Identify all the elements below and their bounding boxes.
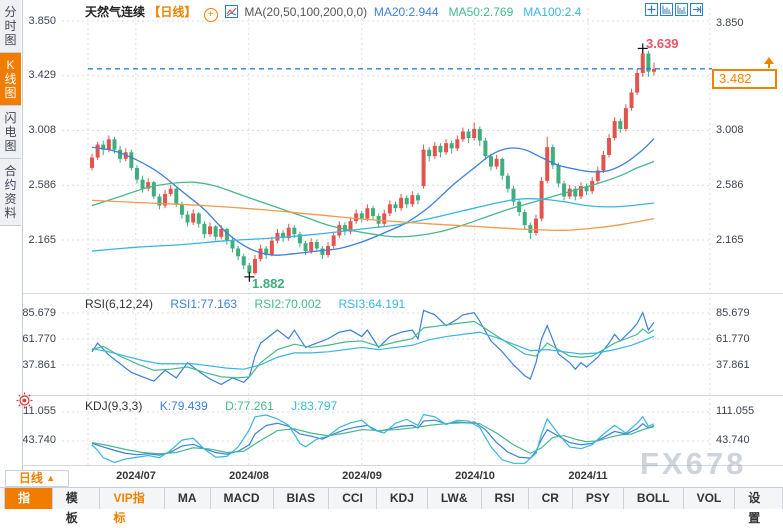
ma100-value: MA100:2.4 (523, 5, 581, 19)
high-price-label: 3.639 (646, 36, 679, 51)
toolbar-macd[interactable]: MACD (211, 488, 274, 509)
chevron-up-icon: ▲ (46, 473, 55, 483)
kdj-j-value: J:83.797 (291, 399, 337, 413)
kdj-title: KDJ(9,3,3) (85, 399, 142, 413)
sidebar-tab-contract-info[interactable]: 合约资料 (0, 159, 21, 226)
y-axis-label: 3.008 (716, 124, 762, 136)
trading-app-window: { "header": { "symbol": "天然气连续", "period… (0, 0, 783, 508)
kdj-header: KDJ(9,3,3) K:79.439 D:77.261 J:83.797 (85, 399, 351, 413)
toolbar-ma[interactable]: MA (165, 488, 211, 509)
price-up-arrow-icon (768, 63, 770, 68)
rsi-axis-label: 61.770 (716, 333, 762, 345)
kdj-axis-label: 111.055 (716, 405, 762, 417)
rsi2-value: RSI2:70.002 (254, 297, 321, 311)
toolbar-rsi[interactable]: RSI (482, 488, 529, 509)
x-axis-date: 2024/08 (219, 470, 279, 482)
period-dropdown-label: 日线 (19, 471, 43, 485)
ma20-value: MA20:2.944 (374, 5, 439, 19)
x-axis-date: 2024/11 (558, 470, 618, 482)
toolbar-bias[interactable]: BIAS (274, 488, 330, 509)
indicator-toolbar: 指标模板VIP指标MAMACDBIASCCIKDJLW&RSICRPSYBOLL… (0, 487, 783, 509)
rsi-axis-label: 85.679 (716, 307, 762, 319)
ma-params-label: MA(20,50,100,200,0,0) (244, 5, 367, 19)
toolbar-indicators[interactable]: 指标 (4, 488, 53, 509)
toolbar-kdj[interactable]: KDJ (377, 488, 428, 509)
pan-right-icon[interactable] (690, 3, 703, 16)
x-axis-date: 2024/07 (106, 470, 166, 482)
kdj-d-value: D:77.261 (225, 399, 274, 413)
kdj-axis-label: 43.740 (716, 434, 762, 446)
fit-chart-icon[interactable] (645, 3, 658, 16)
rsi-header: RSI(6,12,24) RSI1:77.163 RSI2:70.002 RSI… (85, 297, 419, 311)
x-axis-date: 2024/10 (445, 470, 505, 482)
rsi-axis-label: 37.861 (716, 359, 762, 371)
rsi-title: RSI(6,12,24) (85, 297, 153, 311)
y-axis-label: 2.165 (716, 234, 762, 246)
kdj-k-value: K:79.439 (160, 399, 208, 413)
chart-canvas[interactable] (0, 0, 783, 508)
ma50-value: MA50:2.769 (449, 5, 514, 19)
rsi1-value: RSI1:77.163 (170, 297, 237, 311)
toolbar-boll[interactable]: BOLL (624, 488, 684, 509)
zoom-out-chart-icon[interactable] (675, 3, 688, 16)
zoom-in-chart-icon[interactable] (660, 3, 673, 16)
sidebar-tab-flash-chart[interactable]: 闪电图 (0, 106, 21, 159)
sidebar-tab-time-chart[interactable]: 分时图 (0, 0, 21, 53)
toolbar-cr[interactable]: CR (529, 488, 573, 509)
hot-indicator-icon[interactable] (16, 392, 33, 414)
toolbar-settings[interactable]: 设置 (735, 488, 783, 509)
period-dropdown-button[interactable]: 日线 ▲ (5, 470, 69, 487)
y-axis-label: 3.850 (716, 17, 762, 29)
toolbar-vip-indicators[interactable]: VIP指标 (100, 488, 164, 509)
period-tag[interactable]: 【日线】 (148, 5, 196, 19)
sidebar-tab-kline-chart[interactable]: K线图 (0, 53, 21, 106)
y-axis-label: 2.586 (716, 179, 762, 191)
low-price-label: 1.882 (252, 276, 285, 291)
chart-header: 天然气连续 【日线】 + MA(20,50,100,200,0,0) MA20:… (85, 3, 581, 22)
toolbar-lwr[interactable]: LW& (428, 488, 482, 509)
pane-divider (22, 293, 783, 294)
pane-divider (22, 395, 783, 396)
add-indicator-icon[interactable]: + (204, 8, 218, 22)
toolbar-vol[interactable]: VOL (684, 488, 736, 509)
symbol-name: 天然气连续 (85, 5, 145, 19)
toolbar-cci[interactable]: CCI (329, 488, 377, 509)
chart-style-icon[interactable] (225, 5, 238, 18)
toolbar-templates[interactable]: 模板 (53, 488, 101, 509)
toolbar-psy[interactable]: PSY (573, 488, 624, 509)
watermark: FX678 (640, 446, 746, 482)
x-axis-date: 2024/09 (332, 470, 392, 482)
rsi3-value: RSI3:64.191 (339, 297, 406, 311)
chart-toolbar-icons (645, 3, 703, 16)
last-price-tag: 3.482 (712, 69, 777, 89)
